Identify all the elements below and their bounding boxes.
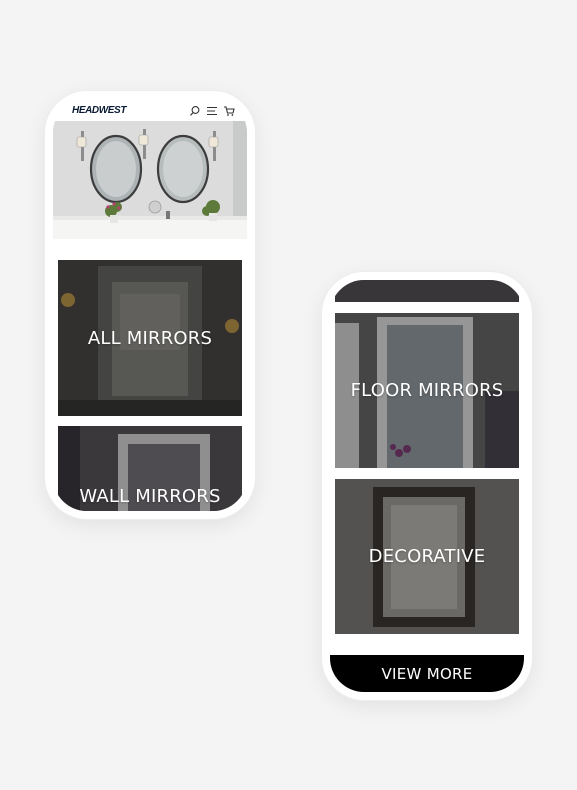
category-label: WALL MIRRORS: [79, 485, 221, 507]
view-more-button[interactable]: VIEW MORE: [330, 655, 524, 692]
category-tile-decorative[interactable]: DECORATIVE: [335, 479, 519, 634]
header-icons: [189, 104, 235, 116]
category-label: DECORATIVE: [368, 546, 486, 567]
category-tile-partial[interactable]: [335, 280, 519, 302]
category-tile-all-mirrors[interactable]: ALL MIRRORS: [58, 260, 242, 416]
phone-screen-left: HEADWEST ALL MIRRORS WALL MIRRORS: [53, 99, 247, 511]
hero-banner-image: [53, 121, 247, 239]
brand-logo[interactable]: HEADWEST: [72, 105, 126, 116]
menu-icon[interactable]: [206, 104, 218, 116]
site-header: HEADWEST: [53, 99, 247, 121]
cart-icon[interactable]: [223, 104, 235, 116]
search-icon[interactable]: [189, 104, 201, 116]
phone-mockup-right: FLOOR MIRRORS DECORATIVE VIEW MORE: [322, 272, 532, 700]
category-tile-floor-mirrors[interactable]: FLOOR MIRRORS: [335, 313, 519, 468]
tile-overlay: [335, 280, 519, 302]
category-label: FLOOR MIRRORS: [350, 380, 504, 401]
phone-mockup-left: HEADWEST ALL MIRRORS WALL MIRRORS: [45, 91, 255, 519]
category-label: ALL MIRRORS: [87, 327, 213, 349]
category-tile-wall-mirrors[interactable]: WALL MIRRORS: [58, 426, 242, 511]
phone-screen-right: FLOOR MIRRORS DECORATIVE VIEW MORE: [330, 280, 524, 692]
